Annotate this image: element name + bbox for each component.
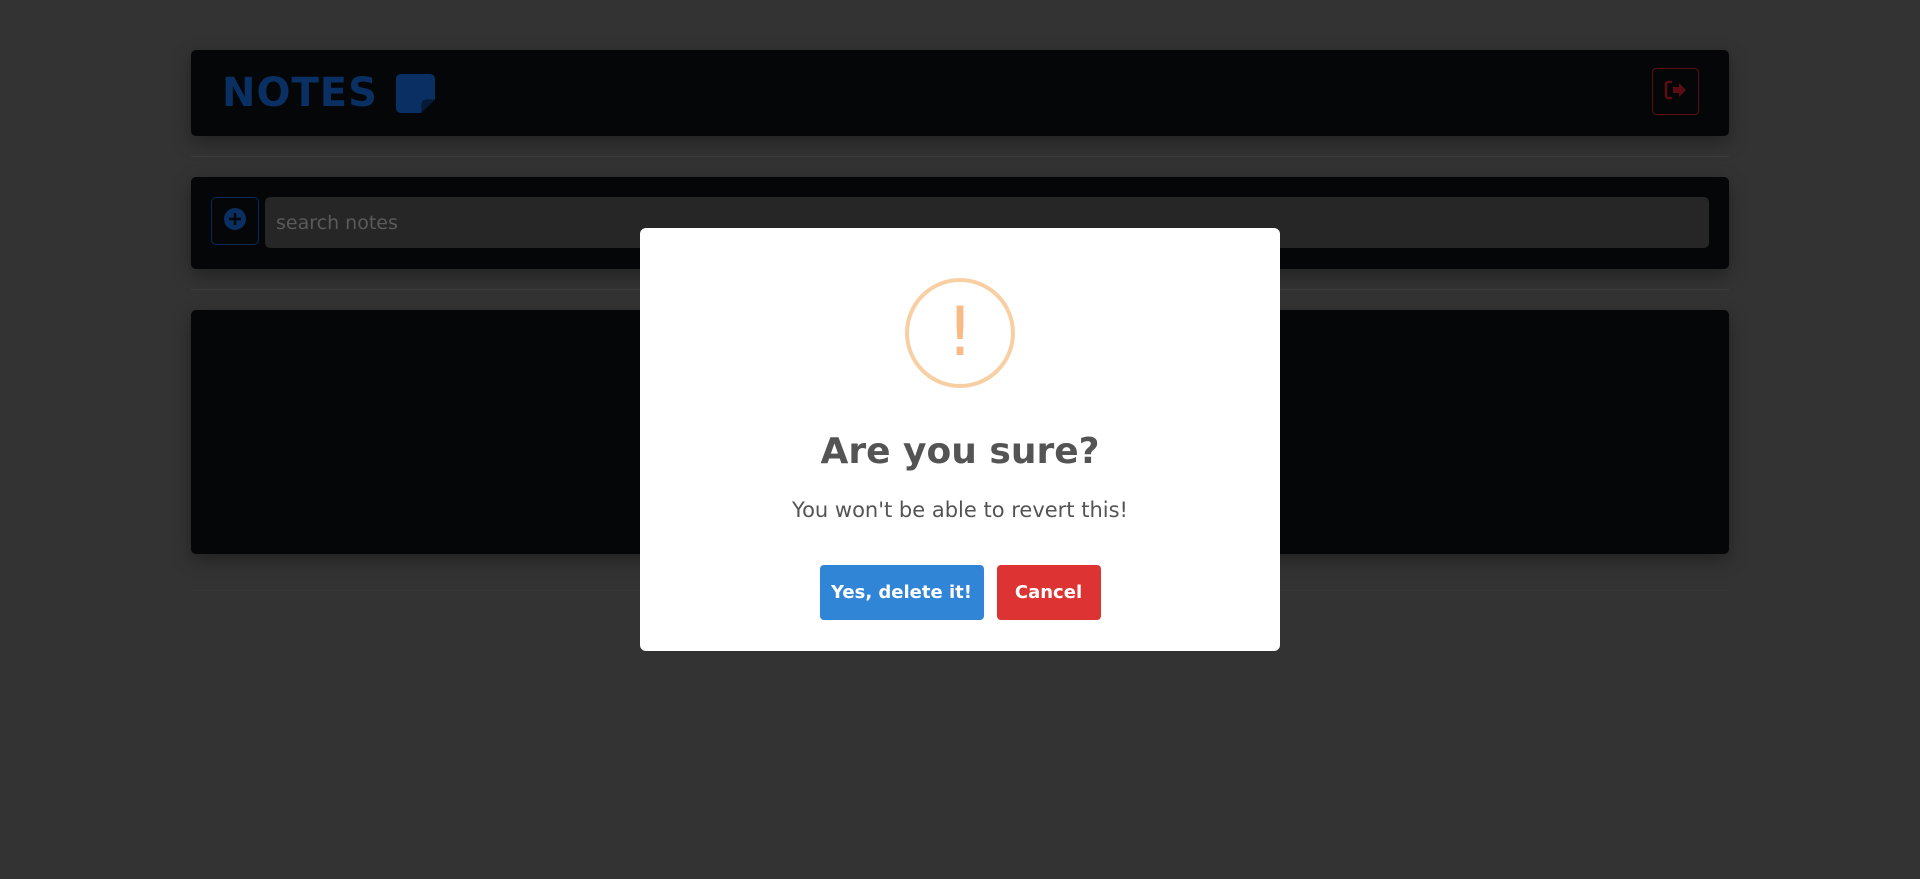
confirm-delete-button[interactable]: Yes, delete it! — [819, 565, 984, 620]
page: NOTES search notes ! Are you sure? You w… — [0, 0, 1920, 879]
confirm-dialog: ! Are you sure? You won't be able to rev… — [640, 228, 1280, 651]
warning-icon: ! — [905, 278, 1015, 388]
dialog-title: Are you sure? — [820, 431, 1100, 472]
dialog-message: You won't be able to revert this! — [792, 498, 1128, 522]
dialog-actions: Yes, delete it! Cancel — [640, 565, 1280, 620]
cancel-button[interactable]: Cancel — [996, 565, 1101, 620]
